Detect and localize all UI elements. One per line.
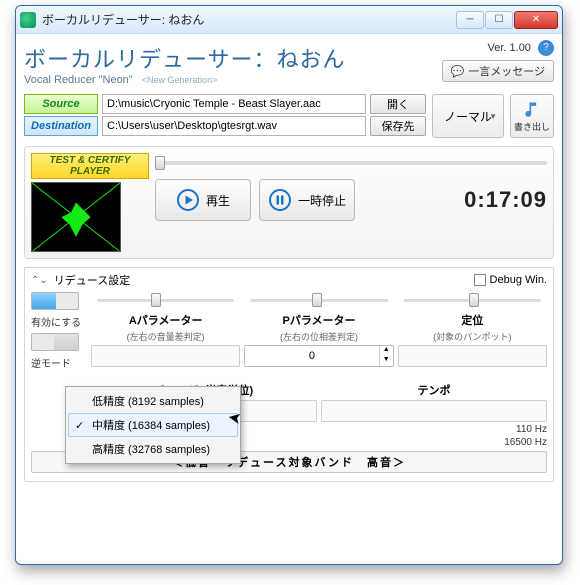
close-button[interactable]: ✕ [514, 11, 558, 29]
speech-bubble-icon: 💬 [451, 65, 465, 78]
open-button[interactable]: 開く [370, 94, 426, 114]
menu-item-low-precision[interactable]: 低精度 (8192 samples) [68, 389, 238, 413]
app-window: ボーカルリデューサー: ねおん ─ ☐ ✕ ボーカルリデューサー：ねおん Voc… [15, 5, 563, 565]
player-badge: TEST & CERTIFY PLAYER [31, 153, 149, 179]
debug-checkbox[interactable]: Debug Win. [474, 274, 547, 286]
a-param-label: Aパラメーター [129, 312, 203, 328]
version-label: Ver. 1.00 [488, 42, 531, 54]
maximize-button[interactable]: ☐ [485, 11, 513, 29]
precision-context-menu: 低精度 (8192 samples) ✓ 中精度 (16384 samples)… [65, 386, 241, 464]
message-button[interactable]: 💬 一言メッセージ [442, 60, 554, 82]
play-button[interactable]: 再生 [155, 179, 251, 221]
play-icon [176, 188, 200, 212]
time-display: 0:17:09 [451, 187, 547, 213]
low-hz-label: 110 Hz [516, 424, 547, 435]
reverse-toggle[interactable] [31, 333, 79, 351]
a-param-sub: (左右の音量差判定) [127, 330, 205, 343]
menu-item-high-precision[interactable]: 高精度 (32768 samples) [68, 437, 238, 461]
seek-slider[interactable] [155, 153, 547, 173]
source-label: Source [24, 94, 98, 114]
menu-item-label: 高精度 (32768 samples) [92, 441, 210, 457]
a-param-slider[interactable] [91, 292, 240, 310]
menu-item-label: 中精度 (16384 samples) [92, 417, 210, 433]
tempo-label: テンポ [418, 382, 451, 398]
pause-button-label: 一時停止 [298, 192, 346, 209]
brand-block: ボーカルリデューサー：ねおん Vocal Reducer "Neon" <New… [24, 40, 436, 90]
export-button[interactable]: 書き出し [510, 94, 554, 138]
menu-item-mid-precision[interactable]: ✓ 中精度 (16384 samples) [68, 413, 238, 437]
step-down-icon[interactable]: ▼ [379, 356, 393, 366]
p-param-sub: (左右の位相差判定) [280, 330, 358, 343]
pan-box[interactable] [398, 345, 547, 367]
step-up-icon[interactable]: ▲ [379, 346, 393, 356]
help-icon[interactable]: ? [538, 40, 554, 56]
message-button-label: 一言メッセージ [468, 63, 545, 79]
enable-label: 有効にする [31, 314, 87, 329]
enable-toggle[interactable] [31, 292, 79, 310]
app-icon [20, 12, 36, 28]
p-param-value: 0 [245, 350, 378, 362]
scope-display [31, 182, 121, 252]
checkbox-icon [474, 274, 486, 286]
pause-button[interactable]: 一時停止 [259, 179, 355, 221]
reduce-title: リデュース設定 [54, 272, 468, 288]
brand-subtitle: <New Generation> [142, 75, 218, 85]
p-param-slider[interactable] [244, 292, 393, 310]
music-note-icon [522, 100, 542, 120]
expand-icon[interactable]: ⌃⌄ [31, 275, 48, 286]
check-icon: ✓ [75, 419, 84, 432]
window-title: ボーカルリデューサー: ねおん [42, 11, 456, 28]
destination-button[interactable]: 保存先 [370, 116, 426, 136]
pan-label: 定位 [461, 312, 483, 328]
source-path-input[interactable] [102, 94, 366, 114]
mode-select-value: ノーマル [444, 108, 492, 125]
debug-label: Debug Win. [490, 274, 547, 286]
p-param-stepper[interactable]: 0 ▲▼ [244, 345, 393, 367]
reverse-label: 逆モード [31, 355, 87, 370]
pause-icon [268, 188, 292, 212]
destination-label: Destination [24, 116, 98, 136]
menu-item-label: 低精度 (8192 samples) [92, 393, 204, 409]
play-button-label: 再生 [206, 192, 230, 209]
pan-slider[interactable] [398, 292, 547, 310]
tempo-box[interactable] [321, 400, 547, 422]
minimize-button[interactable]: ─ [456, 11, 484, 29]
p-param-label: Pパラメーター [282, 312, 355, 328]
export-button-label: 書き出し [514, 120, 550, 133]
mode-select[interactable]: ノーマル [432, 94, 504, 138]
brand-title-en: Vocal Reducer "Neon" [24, 74, 133, 86]
brand-title-jp: ボーカルリデューサー：ねおん [24, 42, 436, 74]
destination-path-input[interactable] [102, 116, 366, 136]
titlebar: ボーカルリデューサー: ねおん ─ ☐ ✕ [16, 6, 562, 34]
pan-sub: (対象のパンポット) [433, 330, 511, 343]
a-param-box[interactable] [91, 345, 240, 367]
high-hz-label: 16500 Hz [504, 437, 547, 448]
player-panel: TEST & CERTIFY PLAYER [24, 146, 554, 259]
